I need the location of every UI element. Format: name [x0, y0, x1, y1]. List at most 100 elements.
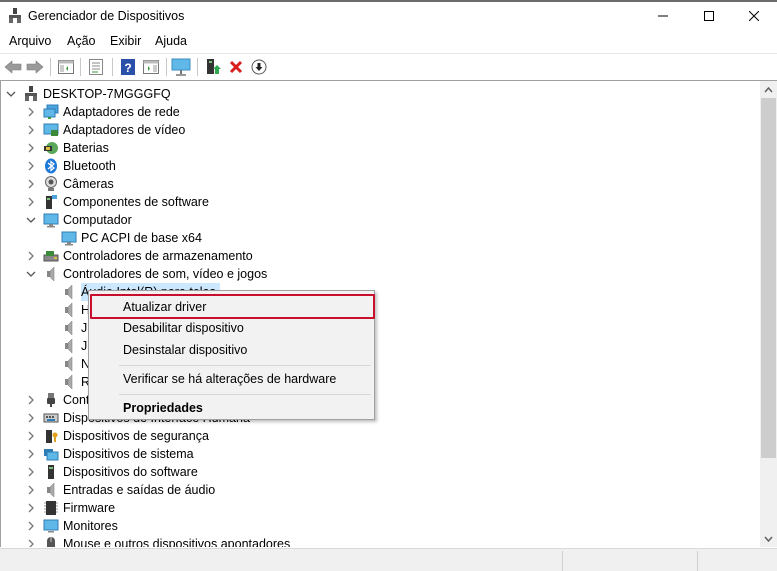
chevron-right-icon[interactable] — [25, 391, 37, 409]
chevron-right-icon[interactable] — [25, 157, 37, 175]
scan-hardware-button[interactable] — [171, 57, 191, 77]
tree-item-label: Dispositivos de segurança — [63, 429, 209, 443]
tree-item[interactable]: Computador — [25, 211, 132, 229]
vertical-scrollbar[interactable] — [760, 81, 777, 547]
tree-item[interactable]: N — [61, 355, 90, 373]
menu-exibir[interactable]: Exibir — [110, 34, 141, 48]
tree-item[interactable]: Componentes de software — [25, 193, 209, 211]
speaker-icon — [61, 338, 77, 354]
minimize-icon — [658, 15, 668, 17]
tree-item[interactable]: Câmeras — [25, 175, 114, 193]
chevron-right-icon[interactable] — [25, 409, 37, 427]
chevron-down-icon[interactable] — [25, 211, 37, 229]
software-device-icon — [43, 464, 59, 480]
computer-network-icon — [23, 86, 39, 102]
device-manager-app-icon — [8, 8, 22, 24]
help-button[interactable]: ? — [118, 57, 138, 77]
show-action-pane-button[interactable] — [141, 57, 161, 77]
properties-icon — [89, 59, 103, 75]
menu-item-verificar-alteracoes[interactable]: Verificar se há alterações de hardware — [89, 368, 374, 390]
tree-item[interactable]: Entradas e saídas de áudio — [25, 481, 215, 499]
help-icon: ? — [121, 59, 135, 75]
toolbar-separator — [112, 58, 113, 76]
tree-item[interactable]: Controladores de armazenamento — [25, 247, 253, 265]
tree-item[interactable]: Dispositivos de sistema — [25, 445, 194, 463]
chevron-right-icon[interactable] — [25, 499, 37, 517]
tree-item[interactable]: R — [61, 373, 90, 391]
toolbar-separator — [50, 58, 51, 76]
chevron-right-icon[interactable] — [25, 139, 37, 157]
update-driver-button[interactable] — [203, 57, 223, 77]
battery-icon — [43, 140, 59, 156]
chevron-down-icon[interactable] — [25, 265, 37, 283]
software-component-icon — [43, 194, 59, 210]
menu-separator — [119, 365, 371, 366]
tree-item[interactable]: Dispositivos do software — [25, 463, 198, 481]
tree-item[interactable]: Bluetooth — [25, 157, 116, 175]
svg-text:?: ? — [124, 61, 131, 75]
uninstall-x-icon — [229, 60, 243, 74]
speaker-icon — [61, 302, 77, 318]
tree-item[interactable]: H — [61, 301, 90, 319]
maximize-button[interactable] — [686, 2, 732, 30]
tree-item[interactable]: Firmware — [25, 499, 115, 517]
tree-item[interactable]: Adaptadores de rede — [25, 103, 180, 121]
tree-item[interactable]: JI — [61, 319, 91, 337]
chevron-right-icon[interactable] — [25, 481, 37, 499]
toolbar-separator — [80, 58, 81, 76]
disable-device-button[interactable] — [249, 57, 269, 77]
tree-item[interactable]: Mouse e outros dispositivos apontadores — [25, 535, 290, 547]
show-hide-console-tree-button[interactable] — [56, 57, 76, 77]
computer-icon — [43, 212, 59, 228]
chevron-right-icon[interactable] — [25, 193, 37, 211]
close-icon — [749, 11, 759, 21]
chevron-right-icon[interactable] — [25, 121, 37, 139]
chevron-right-icon[interactable] — [25, 175, 37, 193]
tree-item-label: Monitores — [63, 519, 118, 533]
chevron-down-icon[interactable] — [5, 85, 17, 103]
tree-item[interactable]: Dispositivos de segurança — [25, 427, 209, 445]
chevron-right-icon[interactable] — [25, 445, 37, 463]
speaker-icon — [61, 356, 77, 372]
tree-item-label: Adaptadores de vídeo — [63, 123, 186, 137]
menu-ajuda[interactable]: Ajuda — [155, 34, 187, 48]
chevron-right-icon[interactable] — [25, 247, 37, 265]
scroll-down-button[interactable] — [760, 530, 777, 547]
hid-keyboard-icon — [43, 410, 59, 426]
tree-item[interactable]: PC ACPI de base x64 — [61, 229, 202, 247]
menu-acao[interactable]: Ação — [67, 34, 96, 48]
network-adapter-icon — [43, 104, 59, 120]
tree-item[interactable]: Monitores — [25, 517, 118, 535]
firmware-chip-icon — [43, 500, 59, 516]
tree-item-label: Adaptadores de rede — [63, 105, 180, 119]
menu-item-desabilitar-dispositivo[interactable]: Desabilitar dispositivo — [89, 317, 374, 339]
tree-item[interactable]: Controladores de som, vídeo e jogos — [25, 265, 267, 283]
tree-root[interactable]: DESKTOP-7MGGGFQ — [5, 85, 171, 103]
chevron-right-icon[interactable] — [25, 535, 37, 547]
scrollbar-thumb[interactable] — [761, 98, 776, 458]
back-button[interactable] — [3, 57, 23, 77]
menu-arquivo[interactable]: Arquivo — [9, 34, 51, 48]
chevron-right-icon[interactable] — [25, 427, 37, 445]
forward-arrow-icon — [26, 60, 44, 74]
tree-item-label: Câmeras — [63, 177, 114, 191]
close-button[interactable] — [731, 2, 777, 30]
chevron-right-icon[interactable] — [25, 517, 37, 535]
download-circle-icon — [251, 59, 267, 75]
speaker-icon — [61, 284, 77, 300]
uninstall-button[interactable] — [226, 57, 246, 77]
forward-button[interactable] — [25, 57, 45, 77]
status-bar — [0, 548, 777, 571]
chevron-right-icon[interactable] — [25, 103, 37, 121]
scroll-up-button[interactable] — [760, 81, 777, 98]
tree-item[interactable]: Baterias — [25, 139, 109, 157]
tree-item[interactable]: Adaptadores de vídeo — [25, 121, 185, 139]
maximize-icon — [704, 11, 714, 21]
properties-button[interactable] — [86, 57, 106, 77]
chevron-right-icon[interactable] — [25, 463, 37, 481]
menu-item-propriedades[interactable]: Propriedades — [89, 397, 374, 419]
tree-item[interactable]: JI — [61, 337, 91, 355]
minimize-button[interactable] — [640, 2, 686, 30]
tree-item-label: Dispositivos do software — [63, 465, 198, 479]
menu-item-desinstalar-dispositivo[interactable]: Desinstalar dispositivo — [89, 339, 374, 361]
